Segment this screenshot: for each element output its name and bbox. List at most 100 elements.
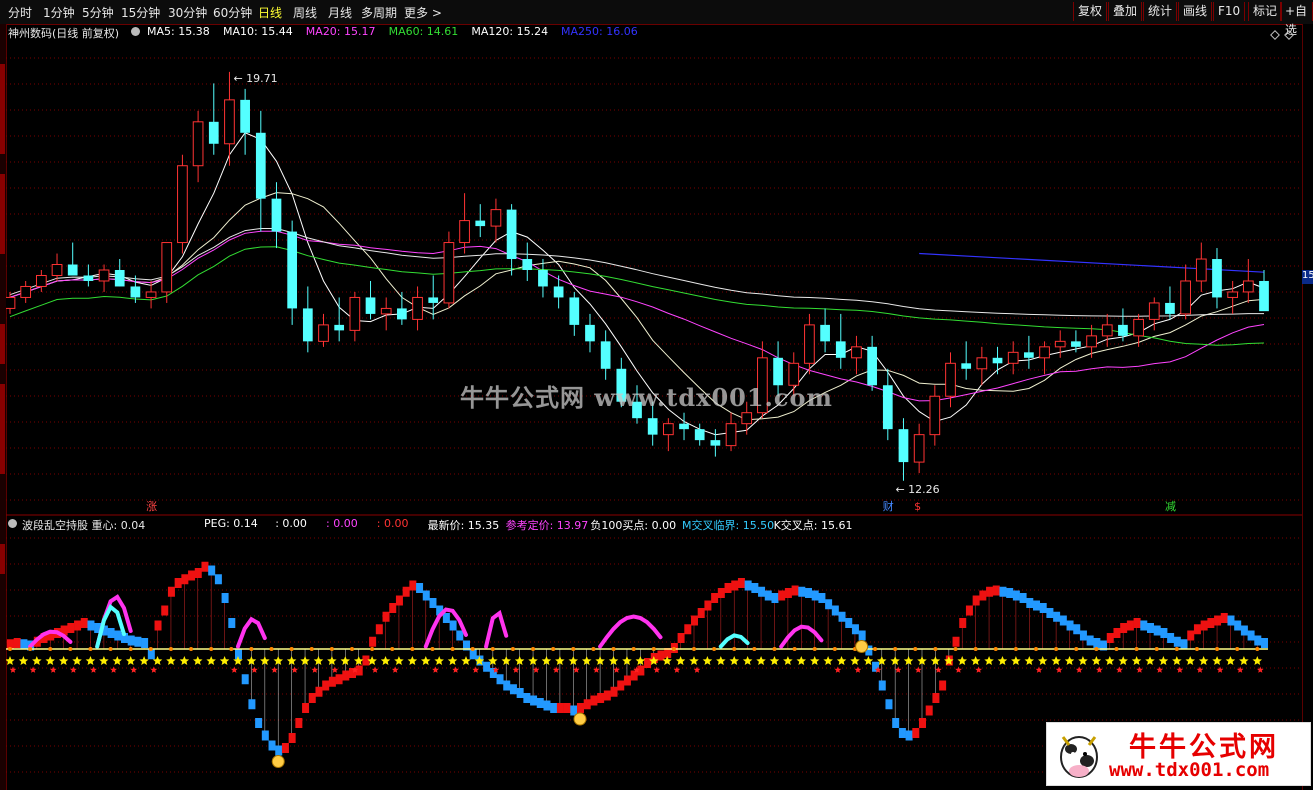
tab-5[interactable]: 60分钟 [213, 4, 252, 21]
toolbar-button-2[interactable]: 统计 [1143, 2, 1178, 21]
tab-10[interactable]: 更多 > [404, 4, 442, 21]
zero-line-dot [48, 647, 53, 651]
toolbar-button-6[interactable]: +自选 [1280, 2, 1313, 37]
tab-4[interactable]: 30分钟 [168, 4, 207, 21]
indicator-block [315, 686, 323, 697]
signal-star-yellow [407, 656, 418, 665]
candle-body [710, 440, 721, 446]
candle-body [1118, 324, 1128, 336]
main-header-toggle-icon[interactable] [131, 27, 140, 36]
indicator-block [442, 613, 450, 623]
sub-item-6: 负100买点: 0.00 [590, 519, 677, 532]
indicator-block [979, 590, 987, 601]
indicator-block [134, 636, 142, 647]
candle-body [1007, 351, 1019, 364]
toolbar-button-1[interactable]: 叠加 [1108, 2, 1143, 21]
toolbar-button-5[interactable]: 标记 [1248, 2, 1283, 21]
candle-body [67, 264, 78, 276]
indicator-block [328, 676, 336, 687]
candle-body [380, 307, 392, 315]
indicator-block [1053, 611, 1061, 622]
indicator-block [335, 674, 343, 685]
candle-body [334, 324, 345, 331]
zero-line-dot [1134, 647, 1139, 651]
candle-body [522, 259, 533, 270]
signal-star-red [391, 666, 399, 673]
ma-item-0: MA5: 15.38 [147, 25, 210, 38]
toolbar-button-0[interactable]: 复权 [1073, 2, 1108, 21]
tab-7[interactable]: 周线 [293, 4, 317, 21]
tab-2[interactable]: 5分钟 [82, 4, 114, 21]
indicator-block [355, 665, 363, 676]
signal-star-red [955, 666, 962, 673]
indicator-block [496, 674, 504, 685]
candle-body [287, 231, 298, 309]
zero-line-dot [1074, 647, 1079, 651]
indicator-block [342, 670, 350, 681]
signal-star-red [291, 666, 298, 673]
candle-body [51, 264, 63, 276]
indicator-block [1019, 593, 1027, 603]
signal-star-yellow [716, 656, 726, 665]
indicator-block [577, 703, 584, 713]
indicator-block [805, 588, 812, 598]
signal-star-yellow [1185, 656, 1195, 665]
tab-6[interactable]: 日线 [258, 4, 282, 21]
signal-star-red [9, 666, 17, 673]
signal-star-red [673, 666, 681, 673]
signal-star-yellow [756, 656, 766, 665]
candle-body [145, 291, 157, 298]
logo-url: www.tdx001.com [1109, 759, 1270, 781]
signal-star-yellow [179, 656, 190, 665]
signal-star-yellow [1198, 656, 1209, 665]
tab-8[interactable]: 月线 [328, 4, 352, 21]
candle-body [662, 423, 674, 436]
signal-star-red [70, 666, 77, 673]
tab-0[interactable]: 分时 [8, 4, 32, 21]
toolbar-button-3[interactable]: 画线 [1178, 2, 1213, 21]
candle-body [976, 357, 988, 370]
indicator-block [1207, 618, 1215, 628]
zero-line-dot [8, 647, 12, 651]
signal-star-red [1035, 666, 1043, 673]
zero-line-dot [128, 647, 133, 651]
signal-star-red [975, 666, 982, 673]
zero-line-dot [470, 647, 475, 651]
toolbar-button-4[interactable]: F10 [1213, 2, 1246, 21]
indicator-block [731, 580, 739, 591]
signal-star-red [1176, 666, 1184, 673]
candlestick-chart[interactable]: ← 19.71 ← 12.26 涨 财 $ 减 [6, 24, 1302, 516]
zero-line-dot [611, 647, 616, 651]
indicator-block [603, 690, 611, 701]
indicator-block [724, 583, 732, 593]
tab-1[interactable]: 1分钟 [43, 4, 75, 21]
sub-header-toggle-icon[interactable] [8, 519, 17, 528]
indicator-block [228, 618, 236, 628]
candle-body [35, 274, 47, 287]
signal-star-red [231, 666, 238, 673]
zero-line-dot [551, 647, 556, 651]
signal-star-yellow [997, 656, 1008, 665]
candle-body [1165, 302, 1175, 314]
indicator-block [556, 703, 564, 713]
candle-body [741, 412, 753, 425]
signal-star-yellow [6, 656, 15, 665]
zero-line-dot [993, 647, 998, 651]
signal-star-yellow [1239, 656, 1249, 665]
tab-9[interactable]: 多周期 [361, 4, 397, 21]
indicator-block [898, 728, 906, 738]
tab-3[interactable]: 15分钟 [121, 4, 160, 21]
candle-body [1039, 346, 1050, 359]
zero-line-dot [108, 647, 113, 651]
indicator-block [771, 593, 779, 603]
indicator-block [248, 699, 256, 710]
indicator-block [255, 718, 263, 728]
indicator-block [503, 680, 511, 691]
signal-star-yellow [957, 656, 967, 665]
zero-line-dot [772, 647, 777, 651]
candle-body [961, 363, 972, 369]
indicator-block [905, 730, 913, 741]
zero-line-dot [631, 647, 636, 651]
zero-line-dot [390, 647, 395, 651]
signal-star-yellow [1131, 656, 1142, 665]
